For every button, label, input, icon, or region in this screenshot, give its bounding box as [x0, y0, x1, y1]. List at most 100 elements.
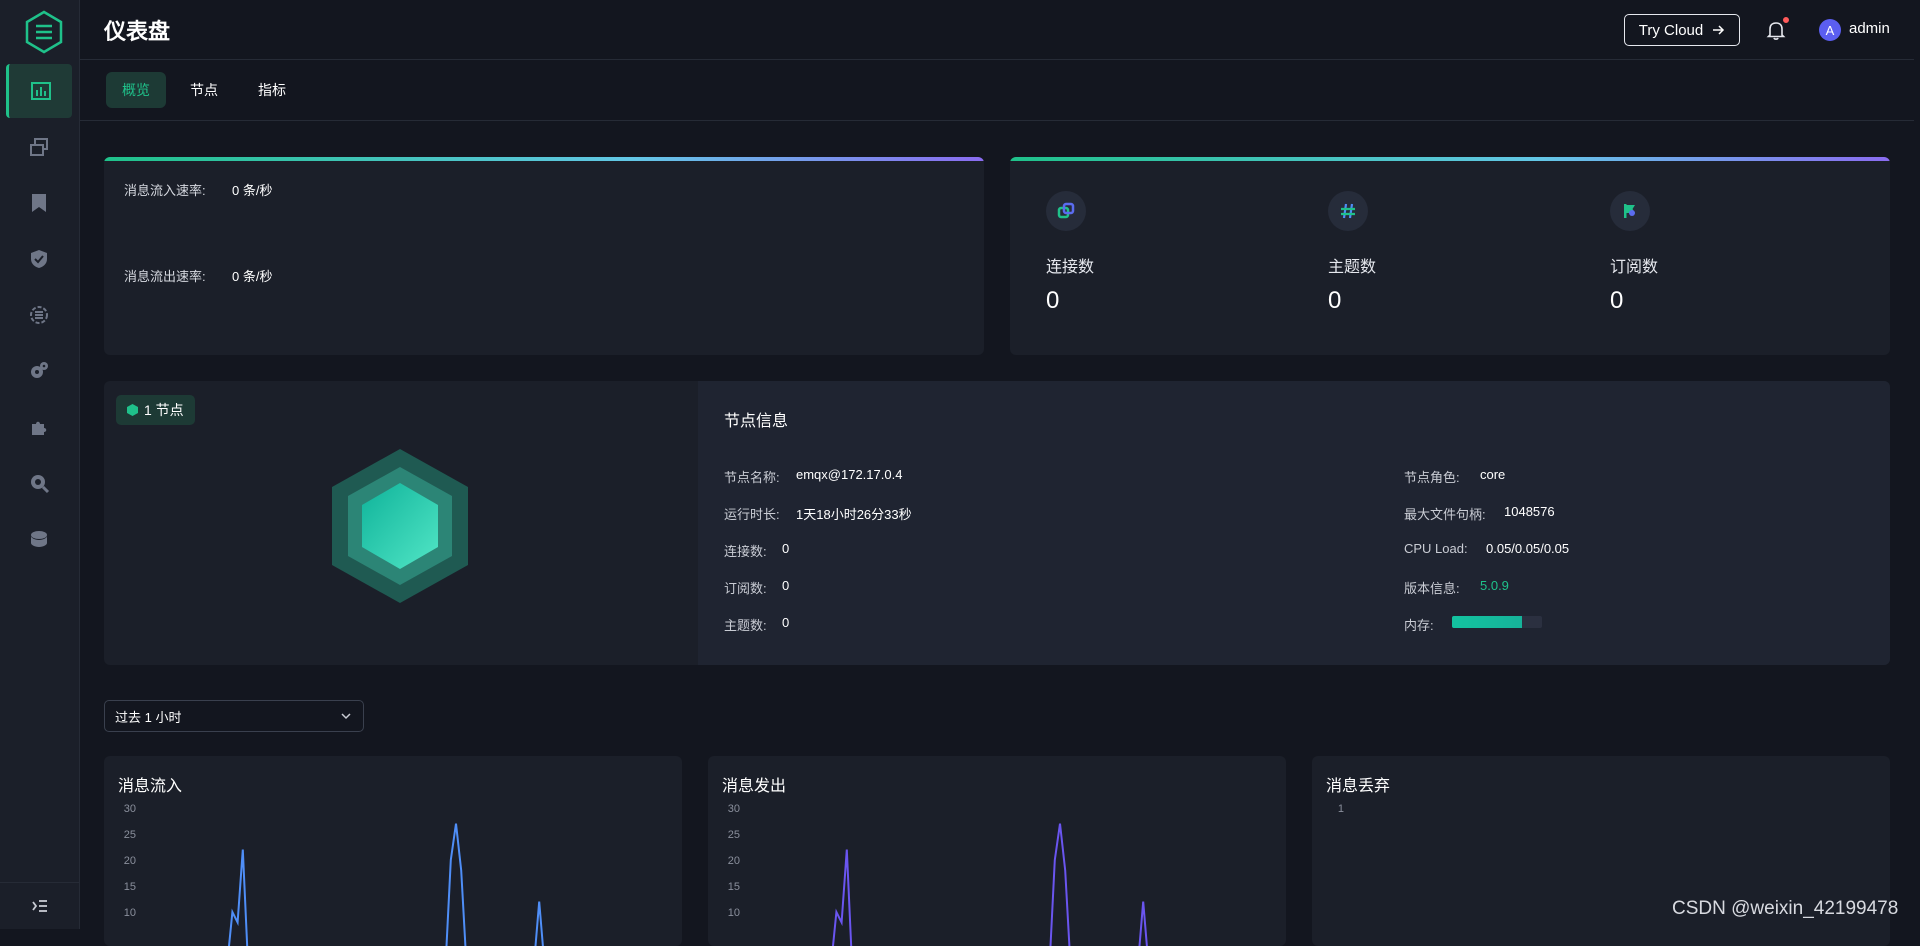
- gears-icon: [31, 362, 48, 378]
- tab-overview[interactable]: 概览: [106, 72, 166, 108]
- subscriptions-value: 0: [782, 578, 790, 593]
- chevron-down-icon: [341, 713, 351, 720]
- sidebar-item-dashboard[interactable]: [6, 64, 72, 118]
- stat-label: 主题数: [1328, 259, 1377, 276]
- node-card: 1 节点 节点信息 节点名称: emqx@172.17.0.4 运行时长: 1天…: [104, 381, 1890, 665]
- try-cloud-button[interactable]: Try Cloud: [1624, 14, 1740, 46]
- emqx-logo-icon[interactable]: [24, 10, 64, 54]
- y-tick-label: 25: [728, 829, 740, 841]
- stat-value: 0: [1610, 287, 1624, 314]
- avatar[interactable]: A: [1819, 19, 1841, 41]
- node-info-panel: 节点信息 节点名称: emqx@172.17.0.4 运行时长: 1天18小时2…: [698, 381, 1890, 665]
- series-line: [831, 823, 1148, 946]
- connections-label: 连接数:: [724, 544, 767, 559]
- puzzle-icon: [32, 421, 47, 435]
- sidebar-item-management[interactable]: [6, 344, 72, 398]
- rule-engine-icon: [30, 306, 48, 324]
- try-cloud-label: Try Cloud: [1638, 21, 1704, 39]
- node-info-title: 节点信息: [724, 413, 789, 430]
- sidebar-item-access-control[interactable]: [6, 232, 72, 286]
- y-tick-label: 1: [1338, 803, 1344, 815]
- uptime-value: 1天18小时26分33秒: [796, 507, 912, 522]
- username[interactable]: admin: [1849, 20, 1890, 37]
- node-count-label: 1 节点: [144, 402, 184, 418]
- stat-label: 订阅数: [1610, 259, 1659, 276]
- stat-value: 0: [1046, 287, 1060, 314]
- flag-icon: [1610, 191, 1650, 231]
- rate-in-label: 消息流入速率:: [124, 183, 206, 198]
- tab-metrics[interactable]: 指标: [242, 72, 302, 108]
- sidebar-item-subscriptions[interactable]: [6, 176, 72, 230]
- watermark: CSDN @weixin_42199478: [1672, 898, 1899, 919]
- version-label: 版本信息:: [1404, 581, 1460, 596]
- shield-icon: [31, 250, 47, 268]
- tab-nodes[interactable]: 节点: [174, 72, 234, 108]
- chart-card-messages-in: 消息流入 30 25 20 15 10: [104, 756, 682, 946]
- connections-value: 0: [782, 541, 790, 556]
- stat-topics: 主题数 0: [1328, 157, 1588, 355]
- max-fds-value: 1048576: [1504, 504, 1555, 519]
- rate-out-value: 0 条/秒: [232, 269, 273, 284]
- windows-icon: [30, 138, 48, 156]
- hexagon-icon: [127, 404, 138, 416]
- chart-card-messages-out: 消息发出 30 25 20 15 10: [708, 756, 1286, 946]
- y-tick-label: 30: [124, 803, 136, 815]
- sidebar-item-extensions[interactable]: [6, 400, 72, 454]
- chart-messages-out: 30 25 20 15 10: [728, 803, 1148, 946]
- time-range-select[interactable]: 过去 1 小时: [104, 700, 364, 732]
- link-icon: [1046, 191, 1086, 231]
- arrow-right-icon: [1713, 25, 1725, 35]
- node-role-label: 节点角色:: [1404, 470, 1460, 485]
- subscriptions-label: 订阅数:: [724, 581, 767, 596]
- sidebar-item-integration[interactable]: [6, 288, 72, 342]
- series-line: [227, 823, 544, 946]
- stat-value: 0: [1328, 287, 1342, 314]
- memory-progress-bar: [1452, 616, 1542, 628]
- bookmark-icon: [32, 194, 46, 212]
- sidebar-item-system[interactable]: [6, 512, 72, 566]
- y-tick-label: 10: [728, 907, 740, 919]
- time-range-value: 过去 1 小时: [115, 709, 182, 725]
- chart-title: 消息流入: [118, 778, 183, 795]
- bar-chart-icon: [30, 82, 51, 100]
- chart-title: 消息发出: [722, 778, 787, 795]
- y-tick-label: 15: [124, 881, 136, 893]
- node-name-label: 节点名称:: [724, 470, 780, 485]
- node-role-value: core: [1480, 467, 1506, 482]
- stats-card: 连接数 0 主题数 0 订阅数 0: [1010, 157, 1890, 355]
- page-title: 仪表盘: [104, 19, 171, 44]
- chart-title: 消息丢弃: [1326, 778, 1391, 795]
- top-header: 仪表盘 Try Cloud A admin: [80, 0, 1914, 60]
- cpu-load-label: CPU Load:: [1404, 541, 1468, 556]
- magnify-gear-icon: [31, 475, 50, 494]
- y-tick-label: 15: [728, 881, 740, 893]
- version-value: 5.0.9: [1480, 578, 1509, 593]
- sidebar-collapse-button[interactable]: [0, 882, 80, 929]
- card-gradient-bar: [104, 157, 984, 161]
- y-tick-label: 10: [124, 907, 136, 919]
- topics-label: 主题数:: [724, 618, 767, 633]
- sidebar-item-diagnose[interactable]: [6, 456, 72, 510]
- stat-subscriptions: 订阅数 0: [1610, 157, 1870, 355]
- collapse-menu-icon: [32, 900, 47, 912]
- message-rate-card: 消息流入速率: 0 条/秒 消息流出速率: 0 条/秒: [104, 157, 984, 355]
- stat-label: 连接数: [1046, 259, 1095, 276]
- memory-label: 内存:: [1404, 618, 1434, 633]
- hash-icon: [1328, 191, 1368, 231]
- cpu-load-value: 0.05/0.05/0.05: [1486, 541, 1570, 556]
- layers-icon: [31, 531, 47, 547]
- node-hexagon-graphic[interactable]: [330, 449, 470, 603]
- sidebar-item-connections[interactable]: [6, 120, 72, 174]
- memory-progress-fill: [1452, 616, 1523, 628]
- chart-messages-dropped: 1: [1338, 803, 1344, 815]
- chart-messages-in: 30 25 20 15 10: [124, 803, 544, 946]
- max-fds-label: 最大文件句柄:: [1404, 507, 1486, 522]
- y-tick-label: 20: [728, 855, 740, 867]
- y-tick-label: 20: [124, 855, 136, 867]
- y-tick-label: 30: [728, 803, 740, 815]
- topics-value: 0: [782, 615, 790, 630]
- tab-bar: 概览 节点 指标: [80, 60, 1914, 121]
- uptime-label: 运行时长:: [724, 507, 780, 522]
- notification-dot: [1782, 16, 1790, 24]
- node-count-badge[interactable]: 1 节点: [116, 395, 195, 425]
